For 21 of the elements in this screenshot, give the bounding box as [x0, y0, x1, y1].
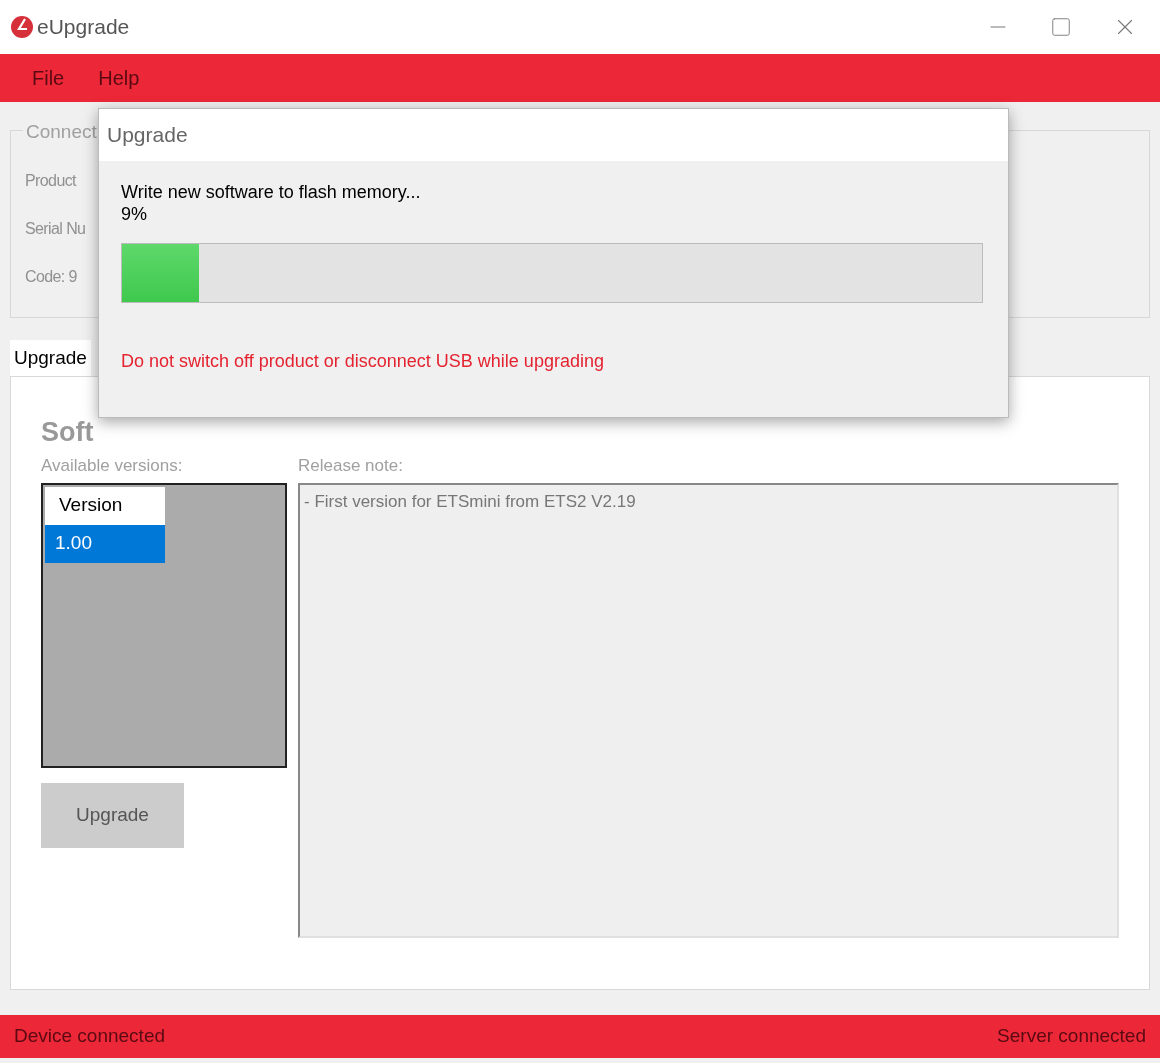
field-label: Product: [25, 171, 76, 191]
column-header[interactable]: Version: [45, 486, 165, 525]
menu-item[interactable]: File: [32, 63, 65, 93]
dialog-title: Upgrade: [107, 122, 188, 149]
release-note-label: Release note:: [298, 455, 404, 477]
warning-message: Do not switch off product or disconnect USB while upgrading: [121, 350, 605, 373]
window-title: eUpgrade: [37, 14, 130, 41]
field-label: Code: 9: [25, 267, 77, 287]
release-note-text: - First version for ETSmini from ETS2 V2.19: [304, 491, 636, 511]
section-heading: Soft: [41, 417, 95, 447]
field-label: Serial Nu: [25, 219, 86, 239]
tab[interactable]: Upgrade: [10, 340, 91, 376]
version-row[interactable]: 1.00: [45, 524, 165, 563]
status-text: Device connected: [14, 1024, 166, 1049]
menu-item[interactable]: Help: [98, 63, 140, 93]
versions-label: Available versions:: [41, 455, 184, 477]
maximize-icon[interactable]: [1050, 16, 1072, 38]
progress-percent: 9%: [121, 203, 148, 225]
progress-message: Write new software to flash memory...: [121, 181, 422, 203]
app-logo-icon: [10, 15, 34, 39]
status-text: Server connected: [997, 1024, 1146, 1049]
